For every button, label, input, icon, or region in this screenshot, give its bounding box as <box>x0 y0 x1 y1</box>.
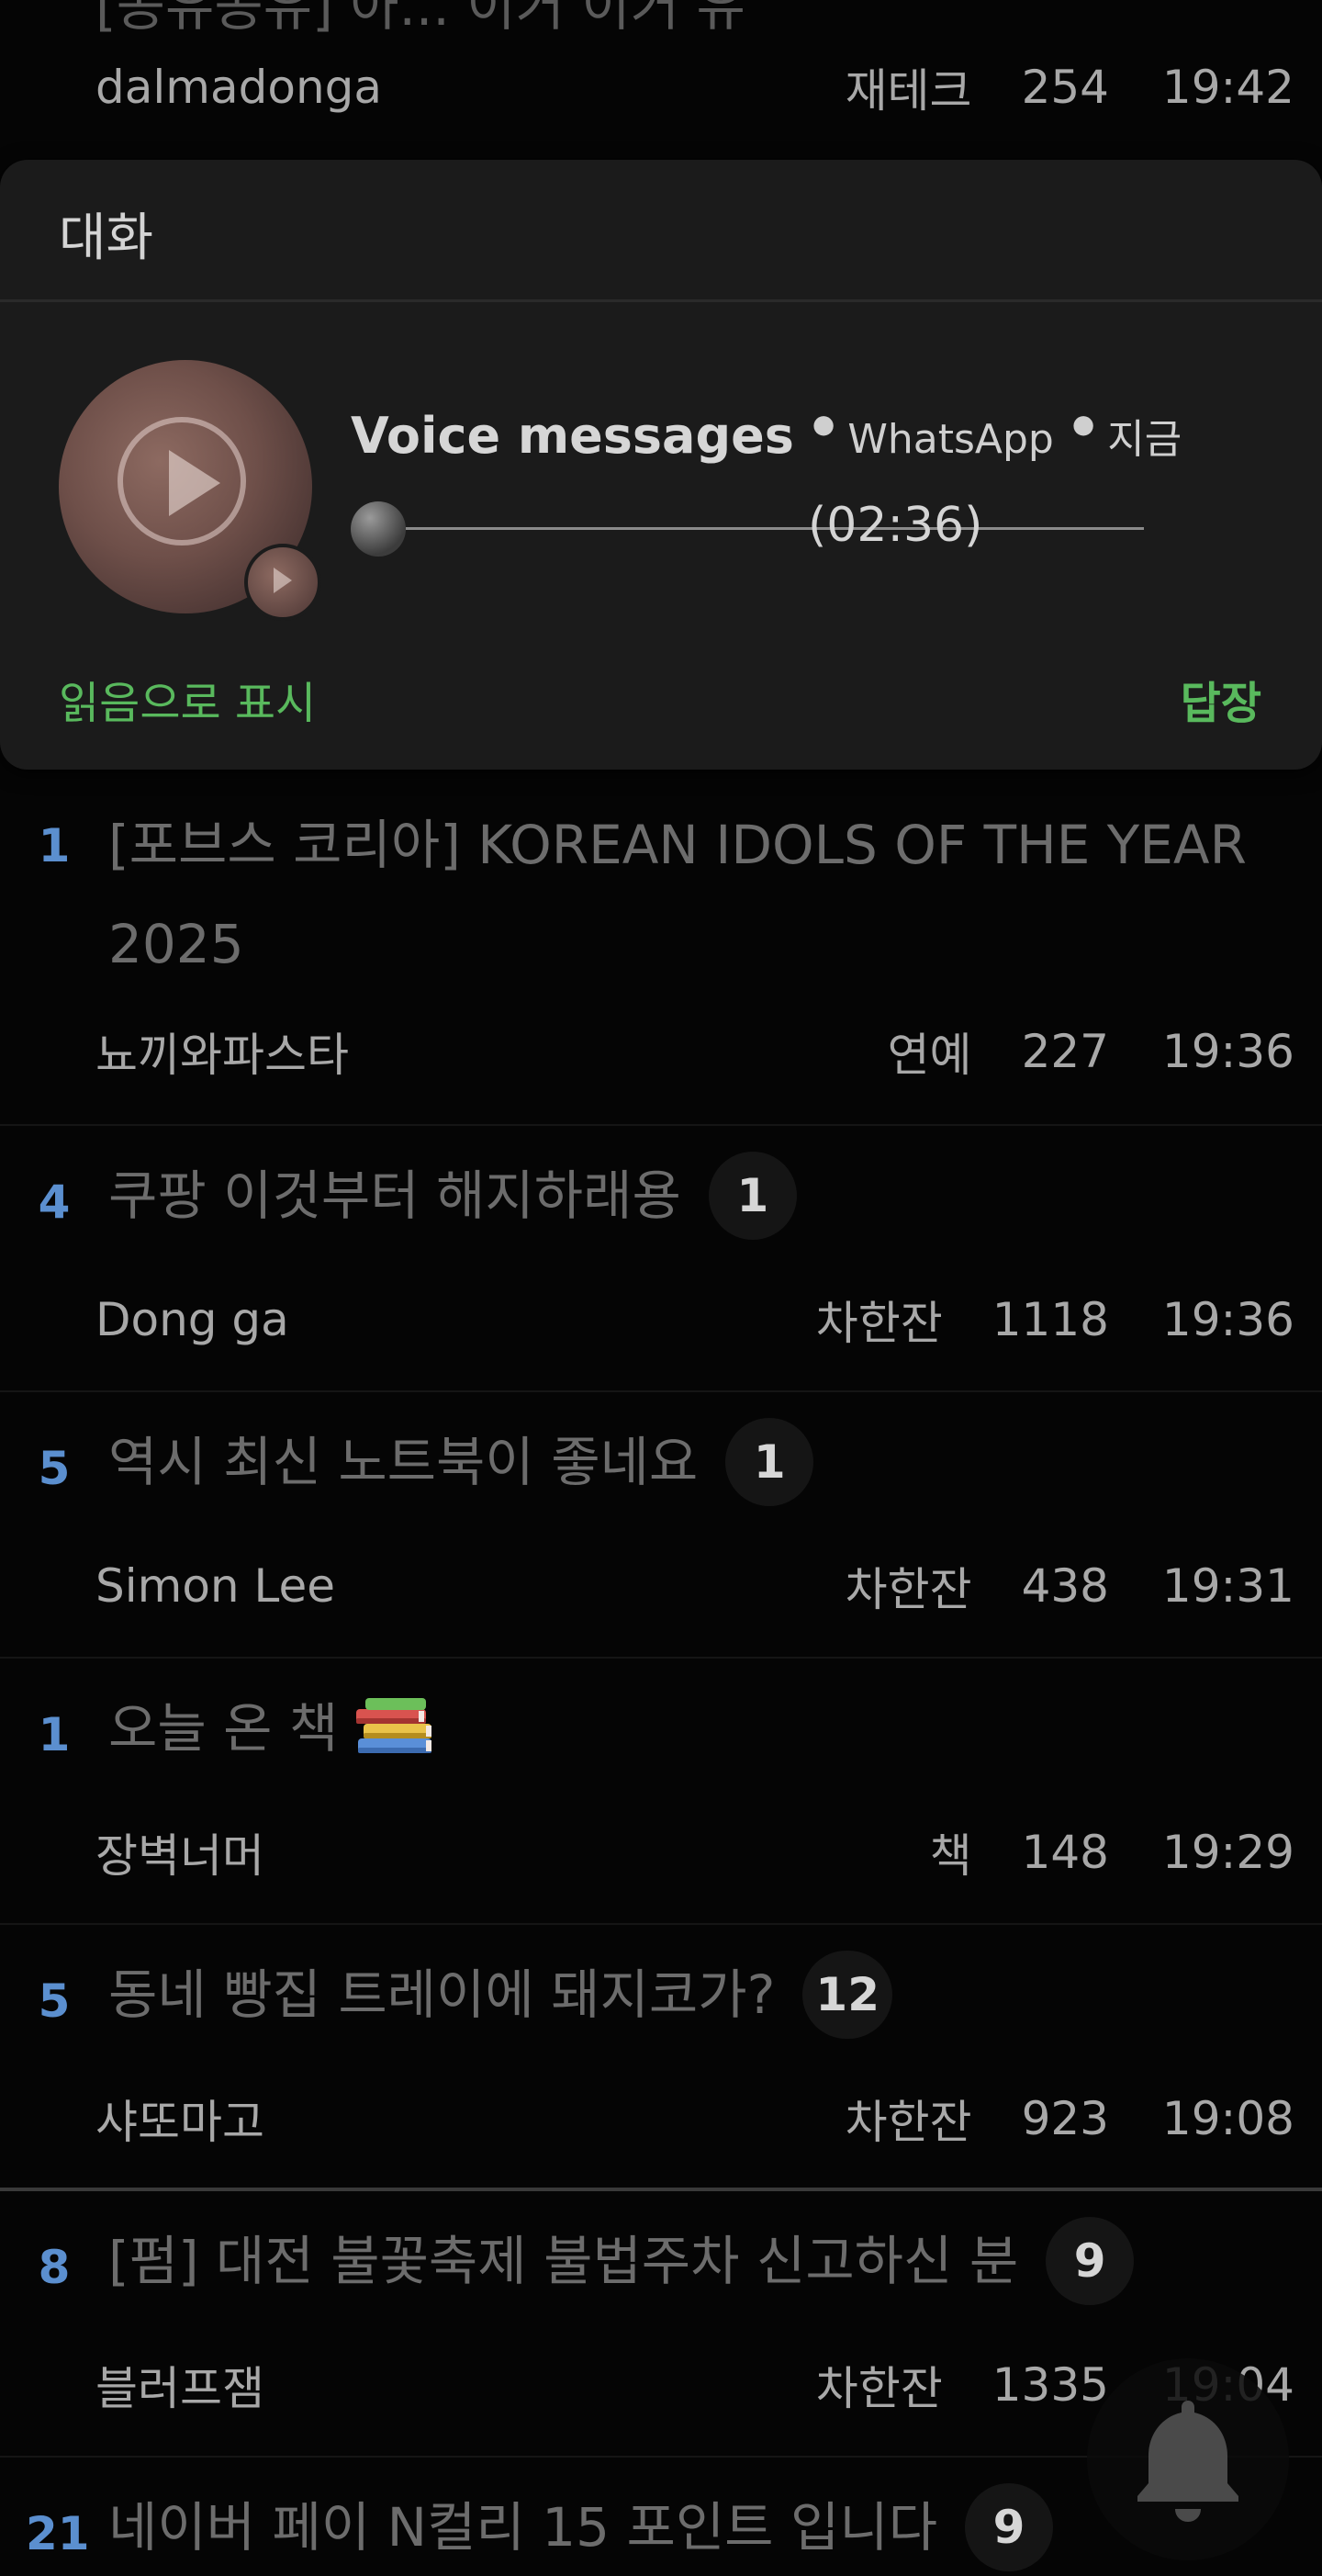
post-category: 차한잔 <box>845 1563 972 1616</box>
app-badge-icon <box>244 544 321 621</box>
post-rank: 8 <box>38 2241 71 2294</box>
post-rank: 5 <box>38 1974 71 2028</box>
notification-title: Voice messages <box>351 407 794 465</box>
post-title: [펌] 대전 불꽃축제 불법주차 신고하신 분 <box>108 2230 1019 2292</box>
list-item[interactable]: [공유공유] 아... 이거 이거 유 dalmadonga 재테크 254 1… <box>0 0 1322 147</box>
post-author: 뇨끼와파스타 <box>95 1029 349 1082</box>
post-category: 차한잔 <box>815 2362 943 2415</box>
post-rank: 1 <box>38 1708 71 1761</box>
post-author: 샤또마고 <box>95 2096 264 2149</box>
post-time: 19:29 <box>1161 1826 1294 1879</box>
post-author: dalmadonga <box>95 61 383 114</box>
playback-progress[interactable] <box>351 501 1144 557</box>
post-time: 19:36 <box>1161 1293 1294 1346</box>
notification-time: 지금 <box>1107 416 1182 463</box>
list-item[interactable]: 1 [포브스 코리아] KOREAN IDOLS OF THE YEAR 202… <box>0 770 1322 1126</box>
post-title-row: 동네 빵집 트레이에 돼지코가? 12 <box>108 1945 1285 2044</box>
post-category: 차한잔 <box>845 2096 972 2149</box>
voice-message-notification[interactable]: 대화 Voice messages ● WhatsApp ● 지금 (02:36… <box>0 160 1322 770</box>
post-meta: dalmadonga 재테크 254 19:42 <box>95 55 1294 119</box>
comment-count-badge: 9 <box>1046 2217 1135 2305</box>
separator-dot: ● <box>1071 409 1095 439</box>
list-item[interactable]: 5 동네 빵집 트레이에 돼지코가? 12 샤또마고 차한잔 923 19:08 <box>0 1925 1322 2188</box>
post-views: 227 <box>1021 1025 1109 1078</box>
post-title: [공유공유] 아... 이거 이거 유 <box>95 0 745 38</box>
post-title: 쿠팡 이것부터 해지하래용 <box>108 1164 681 1227</box>
post-time: 19:36 <box>1161 1025 1294 1078</box>
post-title-row: [펌] 대전 불꽃축제 불법주차 신고하신 분 9 <box>108 2211 1285 2311</box>
post-views: 148 <box>1021 1826 1109 1879</box>
post-meta: Simon Lee 차한잔 438 19:31 <box>95 1554 1294 1618</box>
list-item[interactable]: 1 오늘 온 책 장벽너머 책 148 19:29 <box>0 1659 1322 1925</box>
comment-count-badge: 9 <box>965 2483 1054 2571</box>
list-item[interactable]: 4 쿠팡 이것부터 해지하래용 1 Dong ga 차한잔 1118 19:36 <box>0 1126 1322 1392</box>
notification-bell-button[interactable] <box>1087 2358 1289 2560</box>
post-title: 오늘 온 책 <box>108 1697 339 1760</box>
playback-knob[interactable] <box>351 501 406 557</box>
mark-as-read-button[interactable]: 읽음으로 표시 <box>59 667 316 731</box>
post-title: 네이버 페이 N컬리 15 포인트 입니다 <box>108 2496 938 2559</box>
list-item[interactable]: 5 역시 최신 노트북이 좋네요 1 Simon Lee 차한잔 438 19:… <box>0 1392 1322 1659</box>
separator-dot: ● <box>812 409 835 439</box>
notification-group-label: 대화 <box>59 208 154 268</box>
post-views: 923 <box>1021 2092 1109 2145</box>
post-category: 차한잔 <box>815 1297 943 1350</box>
post-time: 19:08 <box>1161 2092 1294 2145</box>
post-category: 연예 <box>887 1029 972 1082</box>
post-rank: 4 <box>38 1176 71 1229</box>
post-category: 책 <box>929 1829 972 1883</box>
books-emoji-icon <box>354 1696 437 1760</box>
post-feed: [공유공유] 아... 이거 이거 유 dalmadonga 재테크 254 1… <box>0 0 1322 2576</box>
voice-duration: (02:36) <box>808 498 983 553</box>
post-views: 438 <box>1021 1559 1109 1613</box>
post-meta: 샤또마고 차한잔 923 19:08 <box>95 2087 1294 2151</box>
post-meta: 뇨끼와파스타 연예 227 19:36 <box>95 1019 1294 1084</box>
post-views: 254 <box>1021 61 1109 114</box>
post-category: 재테크 <box>845 64 972 118</box>
post-rank: 21 <box>26 2507 90 2560</box>
post-title-row: 오늘 온 책 <box>108 1679 1285 1778</box>
post-views: 1118 <box>992 1293 1109 1346</box>
post-author: Dong ga <box>95 1293 289 1346</box>
post-author: 블러프잼 <box>95 2362 264 2415</box>
post-rank: 5 <box>38 1442 71 1495</box>
playback-track[interactable] <box>406 527 1144 530</box>
post-title: [포브스 코리아] KOREAN IDOLS OF THE YEAR 2025 <box>108 814 1247 975</box>
comment-count-badge: 1 <box>725 1418 814 1506</box>
reply-button[interactable]: 답장 <box>1181 667 1261 731</box>
post-author: 장벽너머 <box>95 1829 264 1883</box>
play-icon <box>169 450 220 516</box>
comment-count-badge: 1 <box>708 1152 797 1240</box>
post-time: 19:42 <box>1161 61 1294 114</box>
post-title: 동네 빵집 트레이에 돼지코가? <box>108 1963 776 2026</box>
post-rank: 1 <box>38 819 71 872</box>
comment-count-badge: 12 <box>802 1951 893 2039</box>
post-time: 19:31 <box>1161 1559 1294 1613</box>
bell-icon <box>1137 2401 1238 2522</box>
post-title: 역시 최신 노트북이 좋네요 <box>108 1431 699 1493</box>
post-title-row: 역시 최신 노트북이 좋네요 1 <box>108 1412 1285 1512</box>
post-meta: 장벽너머 책 148 19:29 <box>95 1820 1294 1884</box>
post-title-row: [포브스 코리아] KOREAN IDOLS OF THE YEAR 2025 <box>108 795 1285 994</box>
notification-title-row: Voice messages ● WhatsApp ● 지금 <box>351 406 1182 465</box>
notification-app-name: WhatsApp <box>847 416 1054 463</box>
notification-header: 대화 <box>0 160 1322 302</box>
post-author: Simon Lee <box>95 1559 336 1613</box>
post-meta: Dong ga 차한잔 1118 19:36 <box>95 1288 1294 1352</box>
post-title-row: 쿠팡 이것부터 해지하래용 1 <box>108 1146 1285 1245</box>
